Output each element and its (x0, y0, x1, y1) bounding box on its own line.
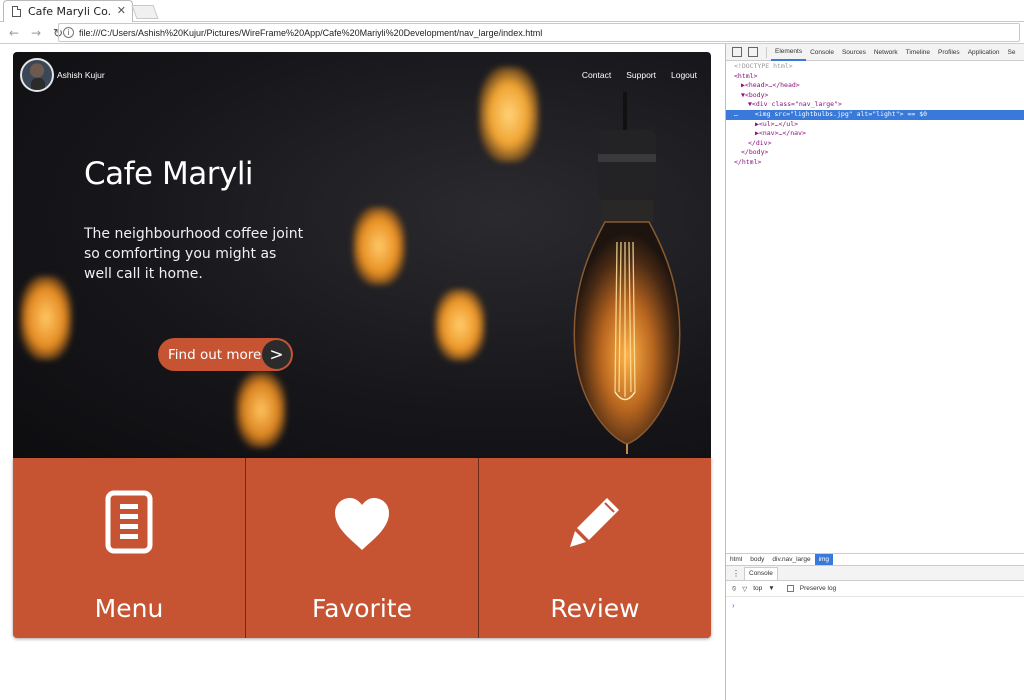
browser-toolbar: ← → ↻ i file:///C:/Users/Ashish%20Kujur/… (0, 22, 1024, 44)
node-options-icon[interactable]: … (734, 110, 742, 118)
dom-node-text: </body> (741, 148, 769, 157)
heart-icon (335, 498, 389, 550)
device-mode-icon[interactable] (748, 47, 758, 57)
browser-tab[interactable]: Cafe Maryli Co. ✕ (3, 0, 133, 22)
dom-node-text: <img src="lightbulbs.jpg" alt="light"> =… (754, 109, 928, 118)
dom-tree-node[interactable]: ▶<ul>…</ul> (726, 120, 1024, 130)
breadcrumb-div[interactable]: div.nav_large (768, 554, 814, 565)
page-title: Cafe Maryli (84, 156, 254, 192)
tab-overflow[interactable]: Se (1004, 44, 1020, 61)
tile-menu[interactable]: Menu (13, 458, 246, 638)
tile-menu-label: Menu (94, 594, 164, 623)
tab-profiles[interactable]: Profiles (934, 44, 964, 61)
devtools-toolbar: Elements Console Sources Network Timelin… (726, 44, 1024, 61)
tab-application[interactable]: Application (964, 44, 1004, 61)
more-vert-icon[interactable]: ⋮ (732, 569, 740, 578)
tile-favorite-label: Favorite (312, 594, 412, 623)
cta-label: Find out more (168, 346, 262, 363)
tab-network[interactable]: Network (870, 44, 902, 61)
tab-sources[interactable]: Sources (838, 44, 870, 61)
bulb-glow (20, 276, 72, 360)
dom-node-text: <html> (734, 71, 758, 80)
dom-tree-node[interactable]: <html> (726, 72, 1024, 82)
tab-strip: Cafe Maryli Co. ✕ (0, 0, 1024, 22)
tab-title: Cafe Maryli Co. (28, 5, 112, 18)
dom-tree-node[interactable]: … <img src="lightbulbs.jpg" alt="light">… (726, 109, 1024, 120)
user-name: Ashish Kujur (57, 70, 105, 80)
new-tab-button[interactable] (131, 5, 159, 19)
preserve-log-label: Preserve log (799, 585, 837, 592)
clear-console-icon[interactable]: ⦸ (732, 585, 736, 593)
bulb-glow (435, 289, 485, 361)
bulb-glow (479, 67, 539, 162)
dom-node-text: ▼<body> (741, 90, 769, 99)
dom-node-text: ▶<ul>…</ul> (755, 119, 799, 128)
address-bar[interactable]: i file:///C:/Users/Ashish%20Kujur/Pictur… (58, 23, 1020, 42)
avatar[interactable] (20, 58, 54, 92)
breadcrumb-html[interactable]: html (726, 554, 746, 565)
hero-banner: Ashish Kujur Contact Support Logout Cafe… (13, 52, 711, 458)
find-out-more-button[interactable]: Find out more > (158, 338, 293, 371)
page-icon (12, 6, 21, 17)
console-drawer: ⋮ Console ⦸ ▽ top ▼ Preserve log › (726, 565, 1024, 700)
breadcrumb: html body div.nav_large img (726, 553, 1024, 565)
dom-node-text: ▶<nav>…</nav> (755, 129, 806, 138)
close-icon[interactable]: ✕ (117, 4, 126, 17)
dom-tree-node[interactable]: ▼<body> (726, 91, 1024, 101)
dom-tree-node[interactable]: ▶<head>…</head> (726, 81, 1024, 91)
lightbulb-image (573, 92, 681, 454)
dom-tree: <!DOCTYPE html> <html> ▶<head>…</head> ▼<bo… (726, 62, 1024, 168)
dom-node-text: </div> (748, 138, 772, 147)
dom-tree-node[interactable]: <!DOCTYPE html> (726, 62, 1024, 72)
tab-elements[interactable]: Elements (771, 44, 807, 61)
chevron-down-icon[interactable]: ▼ (768, 585, 774, 592)
console-prompt[interactable]: › (726, 601, 1024, 610)
preserve-log-checkbox[interactable] (786, 585, 794, 592)
nav-support-link[interactable]: Support (626, 70, 656, 80)
tab-timeline[interactable]: Timeline (902, 44, 934, 61)
dom-node-text: ▼<div class="nav_large"> (748, 100, 842, 109)
pencil-icon (570, 498, 619, 547)
toolbar-separator (766, 46, 767, 58)
top-navigation: Contact Support Logout (582, 70, 697, 80)
info-icon[interactable]: i (63, 27, 74, 38)
nav-logout-link[interactable]: Logout (671, 70, 697, 80)
tile-review-label: Review (550, 594, 640, 623)
tab-console[interactable]: Console (806, 44, 838, 61)
page-viewport: Ashish Kujur Contact Support Logout Cafe… (0, 44, 725, 700)
dom-tree-node[interactable]: </div> (726, 139, 1024, 149)
bulb-glow (236, 372, 286, 448)
dom-tree-node[interactable]: </html> (726, 158, 1024, 168)
dom-node-text: ▶<head>…</head> (741, 81, 800, 90)
hero-subtitle: The neighbourhood coffee joint so comfor… (84, 226, 304, 282)
tile-favorite[interactable]: Favorite (246, 458, 479, 638)
drawer-tab-console[interactable]: Console (744, 566, 778, 580)
forward-icon[interactable]: → (28, 25, 44, 41)
dom-tree-node[interactable]: ▶<nav>…</nav> (726, 129, 1024, 139)
dom-node-text: </html> (734, 157, 762, 166)
dom-node-text: <!DOCTYPE html> (734, 62, 793, 70)
chevron-right-icon: > (262, 340, 291, 369)
breadcrumb-img[interactable]: img (814, 553, 834, 565)
filter-icon[interactable]: ▽ (742, 585, 747, 593)
inspect-icon[interactable] (732, 47, 742, 57)
breadcrumb-body[interactable]: body (746, 554, 768, 565)
feature-tiles: Menu Favorite Review (13, 458, 711, 638)
console-tabbar: ⋮ Console (726, 566, 1024, 581)
console-filter-bar: ⦸ ▽ top ▼ Preserve log (726, 581, 1024, 597)
context-select[interactable]: top (753, 585, 762, 592)
dom-tree-node[interactable]: ▼<div class="nav_large"> (726, 100, 1024, 110)
document-icon (105, 490, 153, 554)
address-text: file:///C:/Users/Ashish%20Kujur/Pictures… (79, 27, 543, 38)
back-icon[interactable]: ← (6, 25, 22, 41)
nav-contact-link[interactable]: Contact (582, 70, 611, 80)
bulb-glow (353, 207, 405, 285)
tile-review[interactable]: Review (479, 458, 711, 638)
dom-tree-node[interactable]: </body> (726, 148, 1024, 158)
